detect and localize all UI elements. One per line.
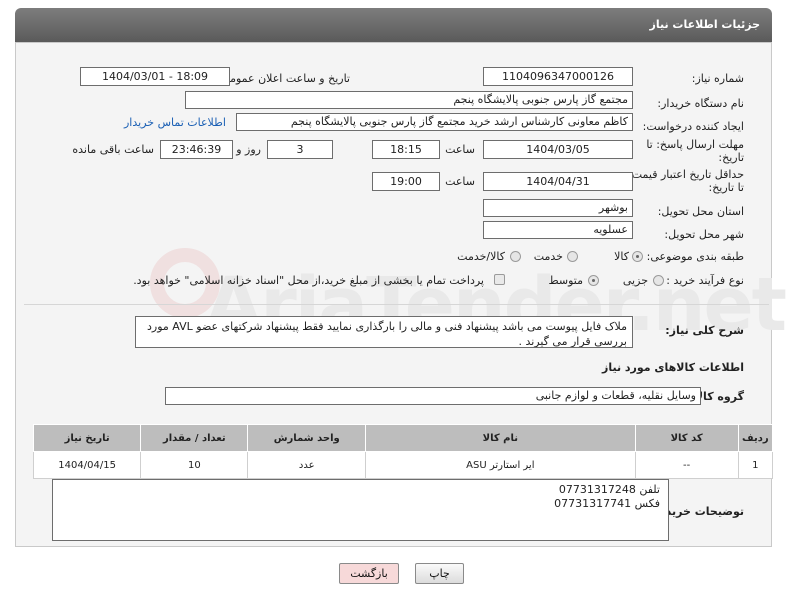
treasury-payment-checkbox[interactable]: [494, 274, 505, 285]
days-field: 3: [267, 140, 333, 159]
cell-unit: عدد: [247, 451, 367, 479]
requester-label: ایجاد کننده درخواست:: [642, 120, 744, 133]
cell-row: 1: [737, 451, 774, 479]
process-option-minor: جزیی: [622, 274, 648, 287]
page-header: جزئیات اطلاعات نیاز: [15, 8, 772, 42]
category-option-service: خدمت: [533, 250, 563, 263]
deadline-label-2: تاریخ:: [718, 151, 744, 164]
cell-date: 1404/04/15: [32, 451, 142, 479]
process-radio-minor[interactable]: [653, 275, 664, 286]
validity-date-field: 1404/04/31: [483, 172, 633, 191]
city-label: شهر محل تحویل:: [664, 228, 744, 241]
remaining-time-field: 23:46:39: [160, 140, 233, 159]
goods-group-field: وسایل نقلیه، قطعات و لوازم جانبی: [165, 387, 701, 405]
col-qty-header: تعداد / مقدار: [140, 424, 249, 452]
description-textarea[interactable]: ملاک فایل پیوست می باشد پیشنهاد فنی و ما…: [135, 316, 633, 348]
announce-datetime-field: 1404/03/01 - 18:09: [80, 67, 230, 86]
validity-label: حداقل تاریخ اعتبار قیمت:: [628, 168, 744, 181]
process-option-medium: متوسط: [548, 274, 583, 287]
buyer-notes-phone: تلفن 07731317248: [558, 483, 660, 496]
goods-section-title: اطلاعات کالاهای مورد نیاز: [602, 361, 744, 374]
category-radio-goods[interactable]: [632, 251, 643, 262]
description-label: شرح کلی نیاز:: [665, 324, 744, 337]
col-date-header: تاریخ نیاز: [32, 424, 142, 452]
province-label: استان محل تحویل:: [657, 205, 744, 218]
validity-time-label: ساعت: [445, 175, 475, 188]
need-number-label: شماره نیاز:: [691, 72, 744, 85]
deadline-date-field: 1404/03/05: [483, 140, 633, 159]
treasury-payment-note: پرداخت تمام یا بخشی از مبلغ خرید،از محل …: [133, 274, 484, 287]
days-label: روز و: [236, 143, 261, 156]
deadline-time-field: 18:15: [372, 140, 440, 159]
buyer-org-field: مجتمع گاز پارس جنوبی پالایشگاه پنجم: [185, 91, 633, 109]
buyer-org-label: نام دستگاه خریدار:: [657, 97, 744, 110]
back-button[interactable]: بازگشت: [339, 563, 399, 584]
remaining-time-label: ساعت باقی مانده: [72, 143, 154, 156]
cell-name: ایر استارتر ASU: [365, 451, 636, 479]
process-radio-medium[interactable]: [588, 275, 599, 286]
city-field: عسلویه: [483, 221, 633, 239]
process-type-label: نوع فرآیند خرید :: [666, 274, 744, 287]
table-row: 1 -- ایر استارتر ASU عدد 10 1404/04/15: [32, 451, 774, 479]
buyer-notes-fax: فکس 07731317741: [554, 497, 660, 510]
validity-time-field: 19:00: [372, 172, 440, 191]
category-radio-goods-service[interactable]: [510, 251, 521, 262]
divider: [24, 304, 769, 305]
buyer-notes-textarea[interactable]: تلفن 07731317248 فکس 07731317741: [52, 479, 669, 541]
requester-field: کاظم معاونی کارشناس ارشد خرید مجتمع گاز …: [236, 113, 633, 131]
buyer-contact-link[interactable]: اطلاعات تماس خریدار: [124, 116, 226, 129]
print-button[interactable]: چاپ: [415, 563, 464, 584]
page-title: جزئیات اطلاعات نیاز: [649, 18, 761, 31]
category-label: طبقه بندی موضوعی:: [646, 250, 744, 263]
col-name-header: نام کالا: [365, 424, 636, 452]
need-number-field: 1104096347000126: [483, 67, 633, 86]
province-field: بوشهر: [483, 199, 633, 217]
category-option-goods-service: کالا/خدمت: [457, 250, 505, 263]
cell-code: --: [634, 451, 739, 479]
items-table: ردیف کد کالا نام کالا واحد شمارش تعداد /…: [32, 424, 774, 479]
cell-qty: 10: [140, 451, 249, 479]
category-radio-service[interactable]: [567, 251, 578, 262]
deadline-time-label: ساعت: [445, 143, 475, 156]
col-unit-header: واحد شمارش: [247, 424, 367, 452]
announce-datetime-label: تاریخ و ساعت اعلان عمومی:: [217, 72, 350, 85]
table-header-row: ردیف کد کالا نام کالا واحد شمارش تعداد /…: [32, 424, 774, 452]
deadline-label: مهلت ارسال پاسخ: تا: [646, 138, 744, 151]
validity-label-2: تا تاریخ:: [708, 181, 744, 194]
col-row-header: ردیف: [737, 424, 774, 452]
category-option-goods: کالا: [614, 250, 629, 263]
col-code-header: کد کالا: [634, 424, 739, 452]
